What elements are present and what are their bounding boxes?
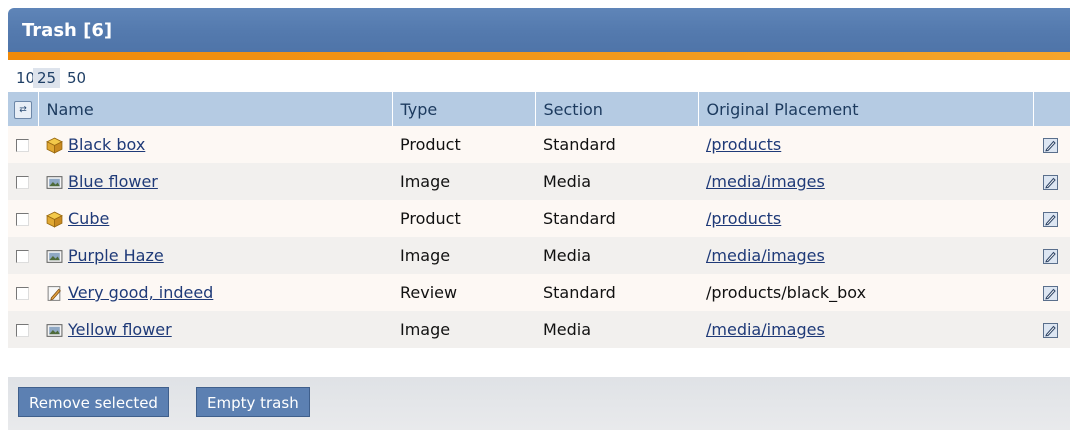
column-header-section: Section: [535, 92, 699, 126]
column-header-type: Type: [392, 92, 536, 126]
row-edit-cell: [1033, 200, 1070, 237]
row-placement-cell: /media/images: [698, 163, 1033, 200]
remove-selected-button[interactable]: Remove selected: [18, 387, 169, 417]
row-type: Product: [392, 126, 535, 163]
row-select-cell: [8, 200, 38, 237]
row-name-link[interactable]: Black box: [68, 135, 145, 154]
row-edit-cell: [1033, 163, 1070, 200]
row-name-link[interactable]: Yellow flower: [68, 320, 172, 339]
row-section: Media: [535, 237, 698, 274]
table-row: Very good, indeed Review Standard/products…: [8, 274, 1070, 311]
edit-icon[interactable]: [1043, 323, 1058, 338]
row-name-cell: Very good, indeed: [38, 274, 392, 311]
page-size-selector: 10 25 50: [8, 60, 1070, 92]
row-edit-cell: [1033, 237, 1070, 274]
row-checkbox[interactable]: [16, 250, 29, 263]
review-icon: [46, 285, 63, 302]
edit-icon[interactable]: [1043, 249, 1058, 264]
row-placement-cell: /products: [698, 200, 1033, 237]
limit-25-option[interactable]: 25: [33, 68, 61, 88]
row-placement-link[interactable]: /media/images: [706, 172, 825, 191]
row-section: Media: [535, 163, 698, 200]
action-bar: Remove selected Empty trash: [8, 377, 1070, 430]
row-select-cell: [8, 237, 38, 274]
limit-50-option[interactable]: 50: [63, 68, 90, 88]
row-edit-cell: [1033, 126, 1070, 163]
row-type: Review: [392, 274, 535, 311]
row-name-cell: Cube: [38, 200, 392, 237]
row-placement-cell: /products: [698, 126, 1033, 163]
row-select-cell: [8, 163, 38, 200]
row-select-cell: [8, 126, 38, 163]
window-header: Trash [6]: [8, 8, 1070, 60]
row-checkbox[interactable]: [16, 324, 29, 337]
row-placement-cell: /products/black_box: [698, 274, 1033, 311]
row-placement-link[interactable]: /media/images: [706, 320, 825, 339]
row-edit-cell: [1033, 274, 1070, 311]
toggle-selection-icon[interactable]: ⇄: [14, 100, 32, 119]
table-row: Blue flower Image Media/media/images: [8, 163, 1070, 200]
image-icon: [46, 174, 63, 191]
row-name-link[interactable]: Purple Haze: [68, 246, 164, 265]
row-placement-cell: /media/images: [698, 311, 1033, 348]
row-select-cell: [8, 311, 38, 348]
window-title: Trash [6]: [22, 20, 113, 41]
column-header-original-placement: Original Placement: [698, 92, 1034, 126]
row-placement-cell: /media/images: [698, 237, 1033, 274]
edit-icon[interactable]: [1043, 138, 1058, 153]
row-name-cell: Yellow flower: [38, 311, 392, 348]
image-icon: [46, 248, 63, 265]
row-name-cell: Purple Haze: [38, 237, 392, 274]
table-row: Yellow flower Image Media/media/images: [8, 311, 1070, 348]
column-header-name: Name: [38, 92, 393, 126]
row-placement-text: /products/black_box: [706, 283, 867, 302]
edit-icon[interactable]: [1043, 175, 1058, 190]
row-type: Image: [392, 311, 535, 348]
row-checkbox[interactable]: [16, 176, 29, 189]
edit-icon[interactable]: [1043, 286, 1058, 301]
row-section: Media: [535, 311, 698, 348]
row-edit-cell: [1033, 311, 1070, 348]
toggle-selection-header[interactable]: ⇄: [8, 92, 39, 126]
row-placement-link[interactable]: /media/images: [706, 246, 825, 265]
row-name-cell: Black box: [38, 126, 392, 163]
row-name-link[interactable]: Cube: [68, 209, 109, 228]
table-row: Black box Product Standard/products: [8, 126, 1070, 163]
empty-trash-button[interactable]: Empty trash: [196, 387, 310, 417]
row-checkbox[interactable]: [16, 213, 29, 226]
row-section: Standard: [535, 126, 698, 163]
edit-icon[interactable]: [1043, 212, 1058, 227]
product-icon: [46, 137, 63, 154]
image-icon: [46, 322, 63, 339]
row-section: Standard: [535, 274, 698, 311]
trash-table: ⇄ Name Type Section Original Placement B…: [8, 92, 1070, 348]
trash-window: Trash [6] 10 25 50 ⇄ Name Type Section O…: [8, 8, 1070, 430]
row-checkbox[interactable]: [16, 139, 29, 152]
row-type: Image: [392, 163, 535, 200]
product-icon: [46, 211, 63, 228]
row-name-cell: Blue flower: [38, 163, 392, 200]
row-name-link[interactable]: Blue flower: [68, 172, 158, 191]
table-row: Purple Haze Image Media/media/images: [8, 237, 1070, 274]
row-section: Standard: [535, 200, 698, 237]
row-name-link[interactable]: Very good, indeed: [68, 283, 213, 302]
row-placement-link[interactable]: /products: [706, 209, 781, 228]
table-row: Cube Product Standard/products: [8, 200, 1070, 237]
accent-bar: [8, 52, 1070, 60]
row-type: Image: [392, 237, 535, 274]
row-select-cell: [8, 274, 38, 311]
column-header-edit: [1033, 92, 1070, 126]
row-type: Product: [392, 200, 535, 237]
table-header-row: ⇄ Name Type Section Original Placement: [8, 92, 1070, 126]
row-checkbox[interactable]: [16, 287, 29, 300]
row-placement-link[interactable]: /products: [706, 135, 781, 154]
